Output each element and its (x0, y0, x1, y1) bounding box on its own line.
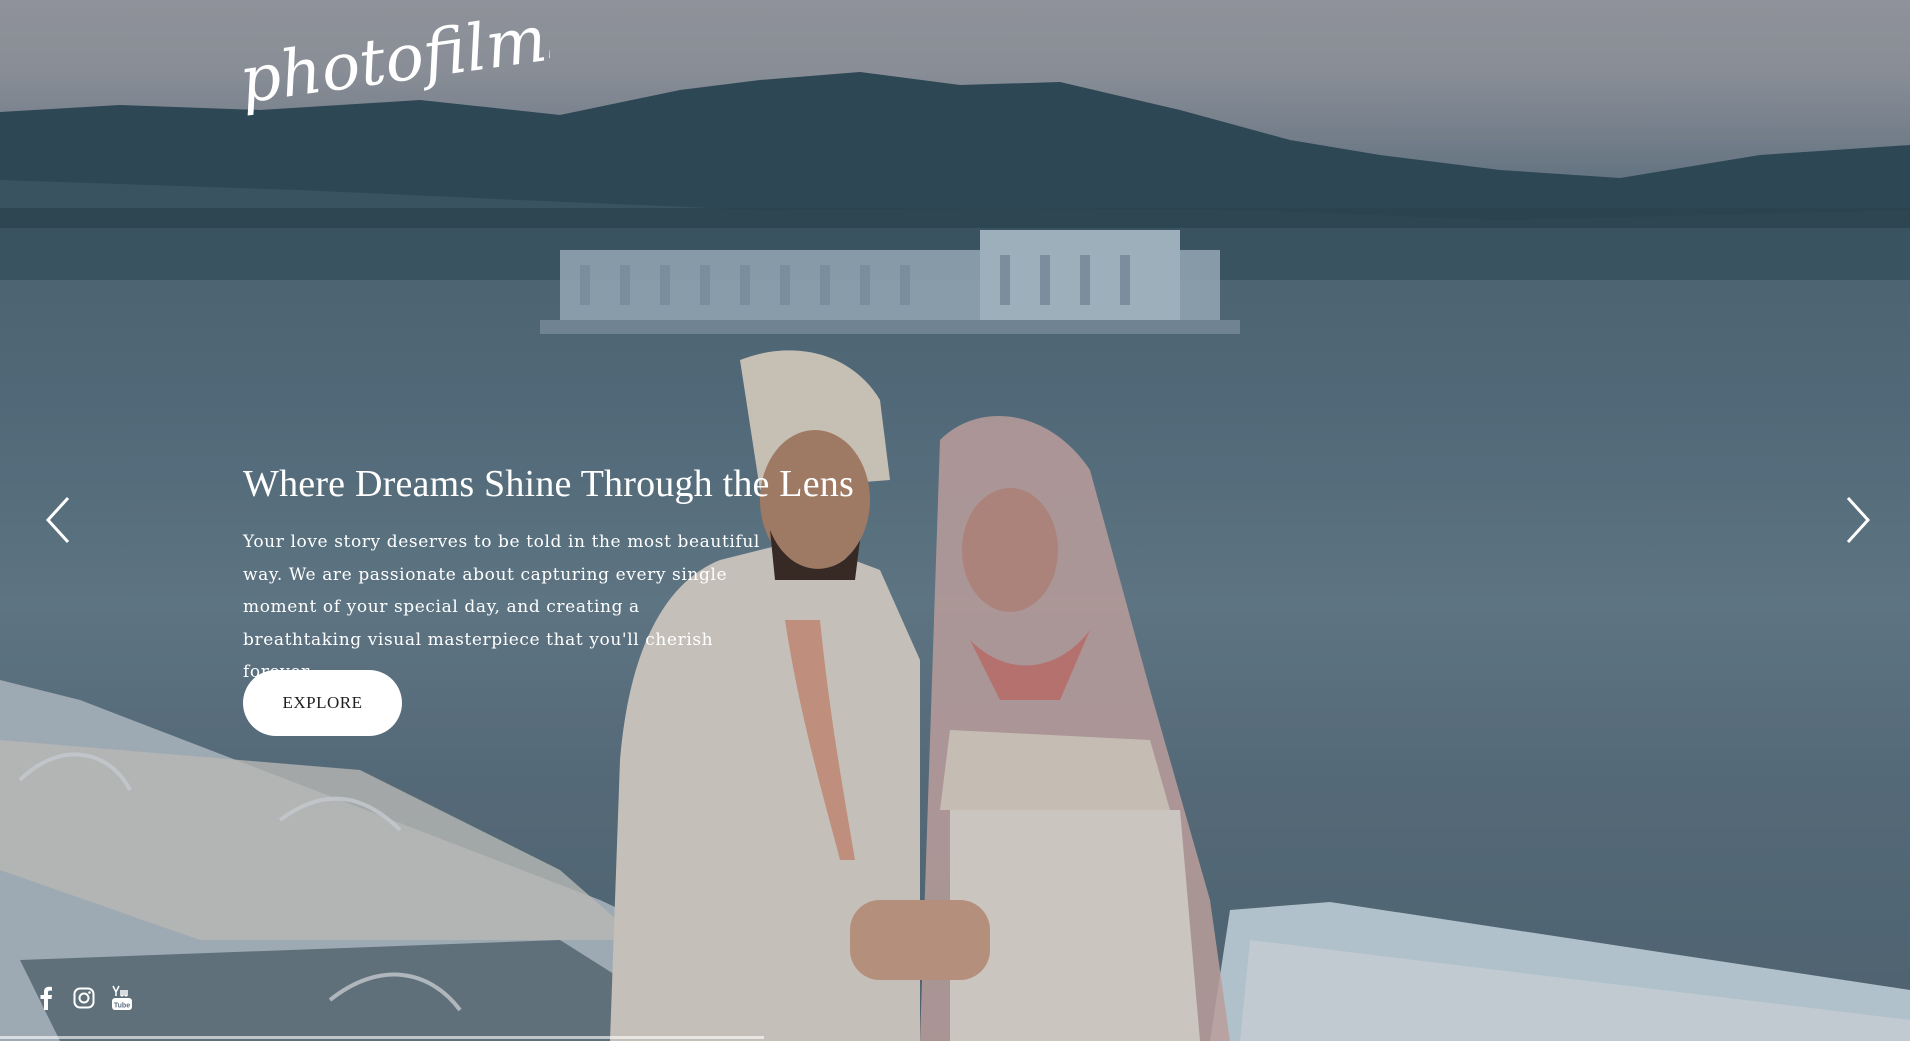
facebook-icon[interactable] (34, 985, 58, 1011)
hero-description: Your love story deserves to be told in t… (243, 532, 760, 682)
instagram-icon[interactable] (72, 985, 96, 1011)
hero-headline: Where Dreams Shine Through the Lens (243, 463, 854, 505)
next-slide-button[interactable] (1836, 492, 1876, 548)
slide-progress-bar (0, 1036, 764, 1039)
chevron-right-icon (1846, 496, 1871, 544)
svg-text:photofilms: photofilms (240, 10, 550, 119)
svg-text:Tube: Tube (114, 1003, 130, 1010)
image-overlay (0, 0, 1910, 1041)
hero-slider: photofilms Where Dreams Shine Through th… (0, 0, 1910, 1041)
brand-logo[interactable]: photofilms (240, 10, 550, 120)
youtube-icon[interactable]: Tube (110, 985, 134, 1011)
explore-button[interactable]: EXPLORE (243, 670, 402, 736)
chevron-left-icon (45, 496, 70, 544)
prev-slide-button[interactable] (40, 492, 80, 548)
social-links: Tube (34, 985, 134, 1011)
